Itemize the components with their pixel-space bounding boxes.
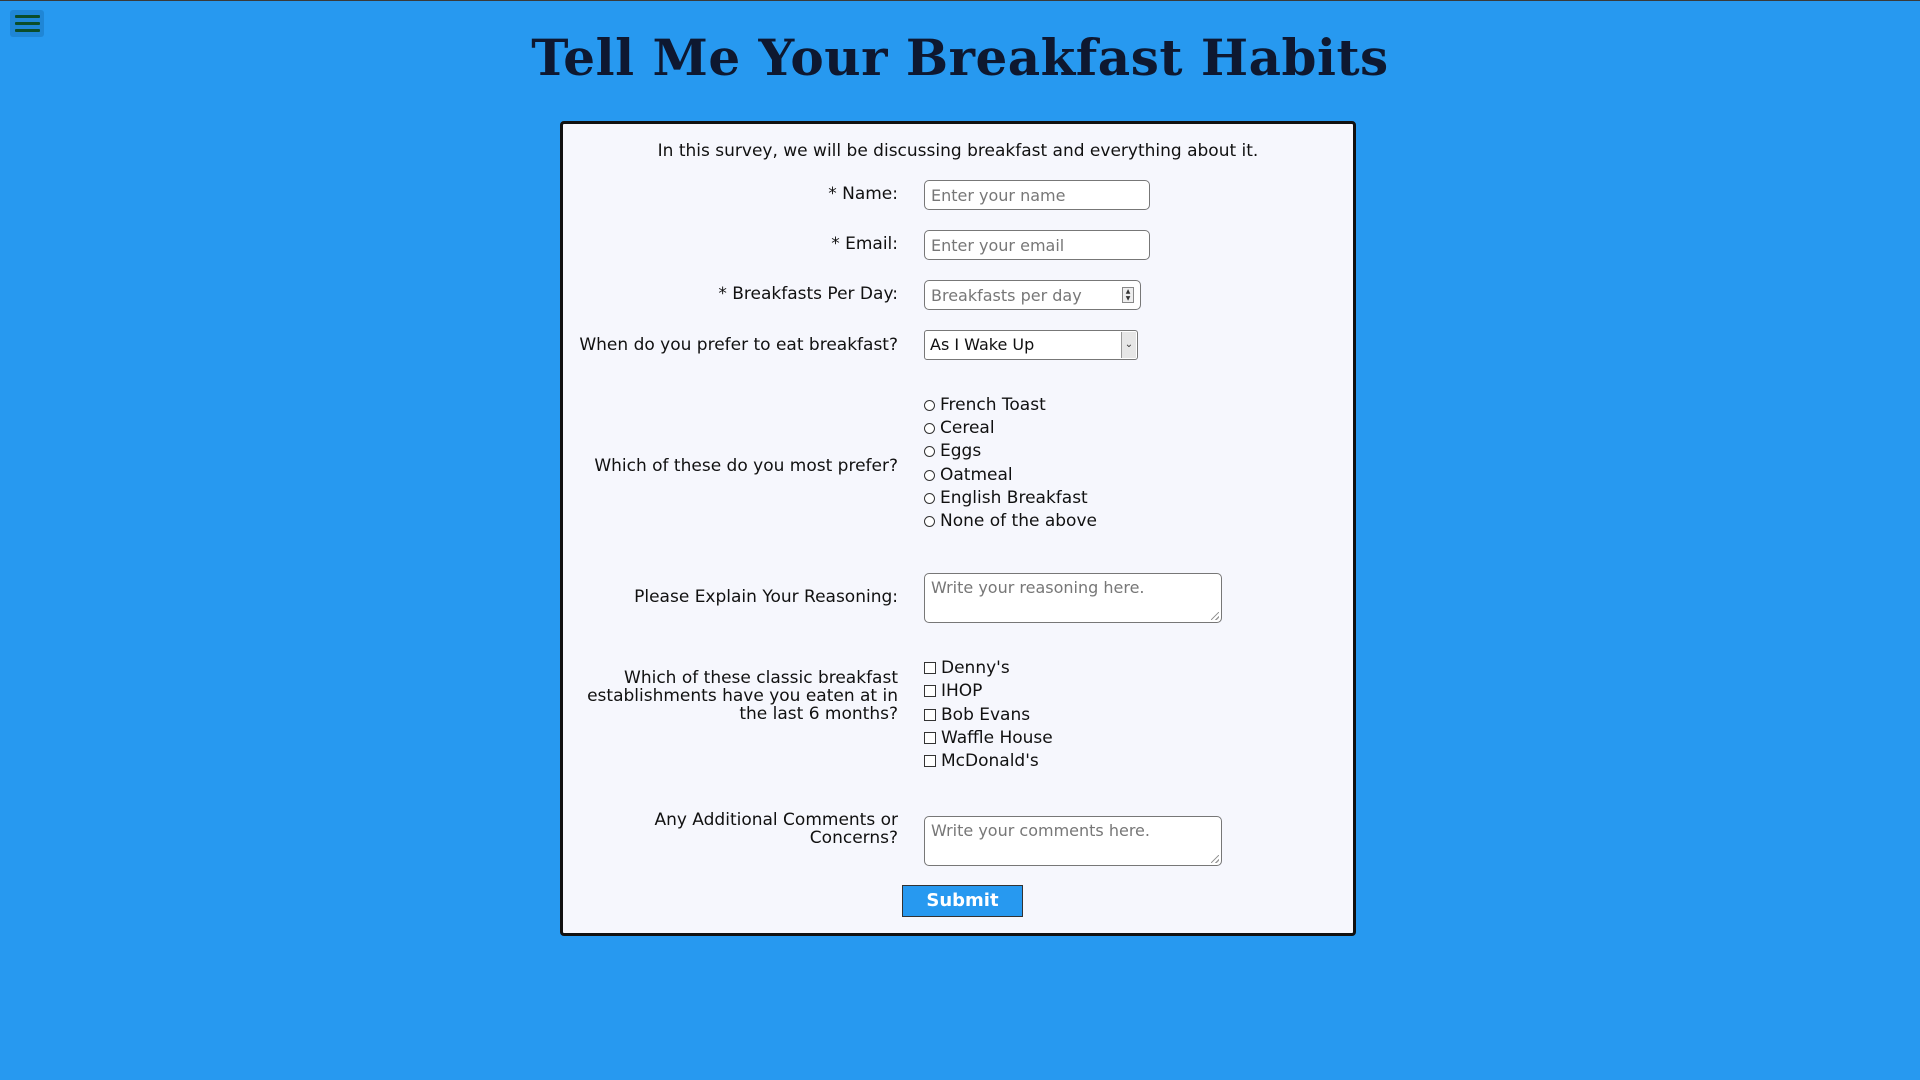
comments-textarea[interactable]: Write your comments here. [924,816,1222,866]
checkbox-option[interactable]: Waffle House [924,727,1053,749]
breakfasts-per-day-label: * Breakfasts Per Day: [718,284,898,304]
checkbox[interactable] [924,709,936,721]
checkbox[interactable] [924,755,936,767]
comments-label: Any Additional Comments or Concerns? [654,811,898,847]
chevron-down-icon[interactable]: ⌄ [1121,332,1136,358]
page-title: Tell Me Your Breakfast Habits [531,28,1389,87]
resize-grip-icon[interactable] [1211,855,1219,863]
radio-button[interactable] [924,445,935,457]
submit-button[interactable]: Submit [902,885,1023,917]
radio-option[interactable]: French Toast [924,394,1046,416]
comments-label-line: Any Additional Comments or [654,810,898,830]
radio-label: None of the above [940,511,1097,531]
checkbox-label: Denny's [941,658,1010,678]
when-breakfast-selected: As I Wake Up [930,335,1035,354]
checkbox[interactable] [924,662,936,674]
checkbox-label: IHOP [941,681,983,701]
spinner-up-icon[interactable]: ▲ [1126,288,1131,295]
spinner-down-icon[interactable]: ▼ [1126,295,1131,302]
radio-button[interactable] [924,515,935,527]
email-input[interactable] [924,230,1150,260]
establishments-label: Which of these classic breakfast establi… [587,669,898,723]
checkbox[interactable] [924,685,936,697]
email-label: * Email: [831,234,898,254]
menu-bar [14,15,40,18]
radio-option[interactable]: Eggs [924,440,981,462]
radio-label: French Toast [940,395,1046,415]
form-intro: In this survey, we will be discussing br… [657,141,1259,161]
reasoning-label: Please Explain Your Reasoning: [634,587,898,607]
radio-label: English Breakfast [940,488,1088,508]
checkbox-label: Bob Evans [941,705,1031,725]
when-breakfast-label: When do you prefer to eat breakfast? [579,335,898,355]
checkbox[interactable] [924,732,936,744]
menu-bar [14,22,40,25]
establishments-label-line: the last 6 months? [739,704,898,724]
radio-label: Cereal [940,418,995,438]
checkbox-option[interactable]: McDonald's [924,750,1039,772]
checkbox-option[interactable]: IHOP [924,680,982,702]
checkbox-label: McDonald's [941,751,1039,771]
reasoning-placeholder: Write your reasoning here. [931,578,1145,597]
number-spinner-icon[interactable]: ▲ ▼ [1122,287,1134,303]
radio-option[interactable]: Cereal [924,417,995,439]
radio-option[interactable]: None of the above [924,510,1097,532]
when-breakfast-select[interactable]: As I Wake Up ⌄ [924,330,1138,360]
radio-option[interactable]: Oatmeal [924,464,1013,486]
radio-option[interactable]: English Breakfast [924,487,1088,509]
breakfasts-per-day-field: ▲ ▼ [924,280,1141,310]
radio-label: Eggs [940,441,982,461]
resize-grip-icon[interactable] [1211,612,1219,620]
radio-button[interactable] [924,422,935,434]
establishments-label-line: Which of these classic breakfast [624,668,898,688]
top-border-line [0,0,1920,1]
comments-label-line: Concerns? [809,828,898,848]
name-input[interactable] [924,180,1150,210]
checkbox-option[interactable]: Denny's [924,657,1010,679]
radio-label: Oatmeal [940,465,1013,485]
checkbox-option[interactable]: Bob Evans [924,704,1030,726]
breakfasts-per-day-input[interactable] [925,281,1105,309]
prefer-label: Which of these do you most prefer? [594,456,898,476]
comments-placeholder: Write your comments here. [931,821,1150,840]
radio-button[interactable] [924,399,935,411]
name-label: * Name: [828,184,898,204]
reasoning-textarea[interactable]: Write your reasoning here. [924,573,1222,623]
establishments-label-line: establishments have you eaten at in [587,686,898,706]
radio-button[interactable] [924,492,935,504]
checkbox-label: Waffle House [941,728,1053,748]
radio-button[interactable] [924,469,935,481]
survey-form: In this survey, we will be discussing br… [560,121,1356,936]
